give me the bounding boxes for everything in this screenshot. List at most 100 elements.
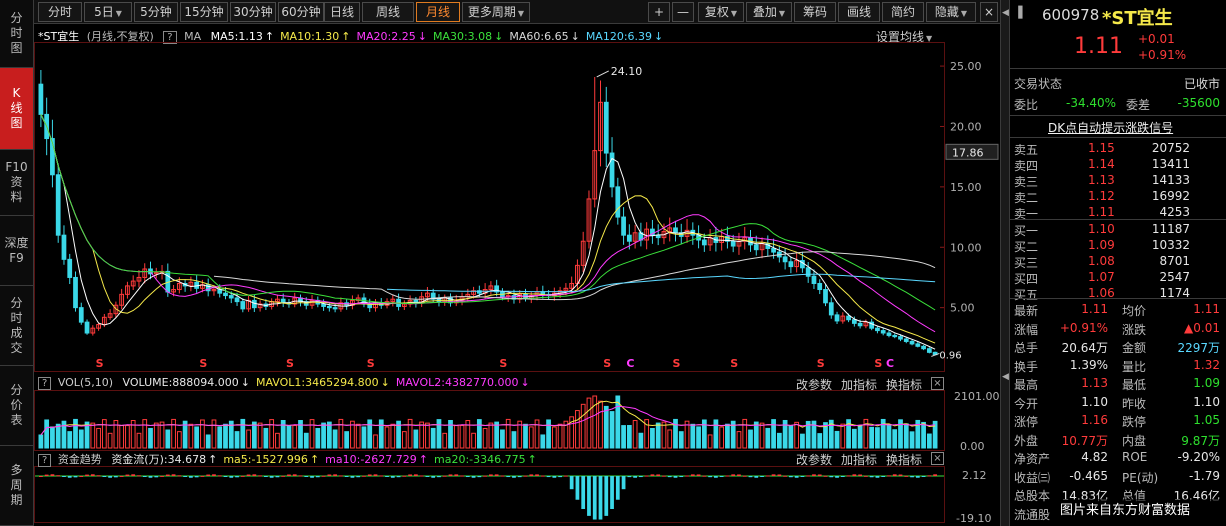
period-button-9[interactable]: 更多周期 ▼: [462, 2, 530, 22]
capital-bar: [892, 474, 897, 476]
sidebar-item-4[interactable]: 分 时 成 交: [0, 286, 33, 366]
volume-bar: [401, 431, 407, 449]
stat-label: 量比: [1122, 359, 1147, 374]
volume-bar: [621, 425, 626, 449]
price-change: +0.01: [1138, 32, 1175, 46]
capital-bar: [921, 476, 926, 477]
period-button-2[interactable]: 5分钟: [134, 2, 178, 22]
capital-add-button[interactable]: 加指标: [841, 451, 877, 468]
capital-bar: [321, 475, 326, 477]
capital-bar: [875, 476, 880, 478]
close-chart-icon[interactable]: ×: [980, 2, 998, 22]
capital-bar: [610, 476, 614, 509]
volume-swap-button[interactable]: 换指标: [886, 376, 922, 393]
sidebar-item-5[interactable]: 分 价 表: [0, 366, 33, 446]
period-button-8[interactable]: 月线: [416, 2, 460, 22]
tool-button-0[interactable]: 复权 ▼: [698, 2, 744, 22]
volume-bar: [638, 432, 644, 449]
volume-bar: [765, 427, 771, 449]
period-button-5[interactable]: 60分钟: [278, 2, 324, 22]
capital-bar: [887, 475, 891, 477]
period-button-6[interactable]: 日线: [324, 2, 360, 22]
period-button-3[interactable]: 15分钟: [180, 2, 228, 22]
volume-bar: [592, 395, 598, 449]
period-button-4[interactable]: 30分钟: [230, 2, 276, 22]
book-volume: 16992: [1151, 189, 1190, 203]
period-button-7[interactable]: 周线: [362, 2, 414, 22]
stat-value: 2297万: [1177, 341, 1220, 355]
tool-button-1[interactable]: 叠加 ▼: [746, 2, 792, 22]
capital-close-icon[interactable]: ×: [931, 452, 944, 465]
capital-swap-button[interactable]: 换指标: [886, 451, 922, 468]
capital-bar: [927, 475, 932, 477]
candle-body: [621, 216, 626, 236]
ma-line-10: [40, 114, 936, 344]
menu-icon[interactable]: ▐: [1014, 6, 1022, 19]
candle-body: [805, 267, 811, 277]
capital-bar: [114, 476, 118, 478]
volume-bar: [886, 424, 892, 449]
tool-button-2[interactable]: 筹码: [794, 2, 836, 22]
tool-button-3[interactable]: 画线: [838, 2, 880, 22]
panel-splitter[interactable]: ◀ ◀: [1000, 0, 1010, 526]
sidebar-item-6[interactable]: 多 周 期: [0, 446, 33, 526]
sidebar-item-0[interactable]: 分 时 图: [0, 0, 33, 68]
sidebar-item-2[interactable]: F10 资 料: [0, 150, 33, 216]
capital-bar: [685, 475, 689, 477]
stat-label: PE(动): [1122, 470, 1159, 485]
volume-bar: [701, 419, 707, 449]
period-button-0[interactable]: 分时: [38, 2, 82, 22]
capital-bar: [898, 474, 903, 476]
capital-bar: [650, 474, 655, 476]
sidebar-item-1[interactable]: K 线 图: [0, 68, 33, 150]
weicha-label: 委差: [1126, 98, 1151, 112]
zoom-out-button[interactable]: —: [672, 2, 694, 22]
sidebar-item-3[interactable]: 深度 F9: [0, 216, 33, 286]
capital-bar: [506, 476, 511, 478]
volume-modify-button[interactable]: 改参数: [796, 376, 832, 393]
capital-bar: [275, 476, 280, 478]
capital-bar: [765, 475, 770, 477]
capital-bar: [933, 474, 937, 476]
capital-items: 资金流(万):34.678 ↑ ma5:-1527.996 ↑ ma10:-2627.7…: [105, 453, 537, 466]
volume-bar: [742, 418, 748, 449]
capital-bar: [829, 476, 834, 478]
price-tag-label: 17.86: [952, 146, 984, 159]
capital-bar: [627, 476, 632, 478]
capital-bar: [333, 474, 337, 476]
candle-body: [828, 302, 834, 316]
trade-status-label: 交易状态: [1014, 77, 1063, 91]
capital-bar: [315, 476, 320, 478]
expand-arrow-icon[interactable]: ◀: [1002, 372, 1009, 382]
volume-bar: [528, 426, 534, 449]
volume-close-icon[interactable]: ×: [931, 377, 944, 390]
period-label: 5日: [94, 5, 114, 19]
tool-button-4[interactable]: 简约: [882, 2, 924, 22]
volume-bar: [551, 426, 557, 449]
volume-bar: [603, 405, 609, 449]
volume-bar: [292, 425, 298, 449]
volume-help-icon[interactable]: ?: [38, 377, 52, 390]
dk-signal-link[interactable]: DK点自动提示涨跌信号: [1048, 119, 1173, 136]
capital-bar: [569, 476, 574, 490]
volume-bar: [321, 422, 326, 449]
volume-bar: [557, 423, 563, 449]
capital-bar: [235, 476, 239, 478]
tool-button-5[interactable]: 隐藏 ▼: [926, 2, 976, 22]
chevron-down-icon: ▼: [115, 9, 122, 18]
capital-modify-button[interactable]: 改参数: [796, 451, 832, 468]
volume-add-button[interactable]: 加指标: [841, 376, 877, 393]
volume-bar: [205, 434, 211, 449]
zoom-in-button[interactable]: +: [648, 2, 670, 22]
capital-help-icon[interactable]: ?: [38, 454, 52, 467]
volume-bar: [869, 426, 875, 449]
y-tick-label: 5.00: [950, 302, 975, 315]
capital-bar: [517, 476, 522, 478]
y-tick-label: 10.00: [950, 241, 982, 254]
volume-bar: [903, 423, 909, 449]
stat-value: 4.82: [1081, 450, 1108, 464]
volume-bar: [38, 434, 44, 449]
chevron-down-icon: ▼: [960, 9, 968, 18]
collapse-arrow-icon[interactable]: ◀: [1002, 8, 1009, 18]
period-button-1[interactable]: 5日 ▼: [84, 2, 132, 22]
